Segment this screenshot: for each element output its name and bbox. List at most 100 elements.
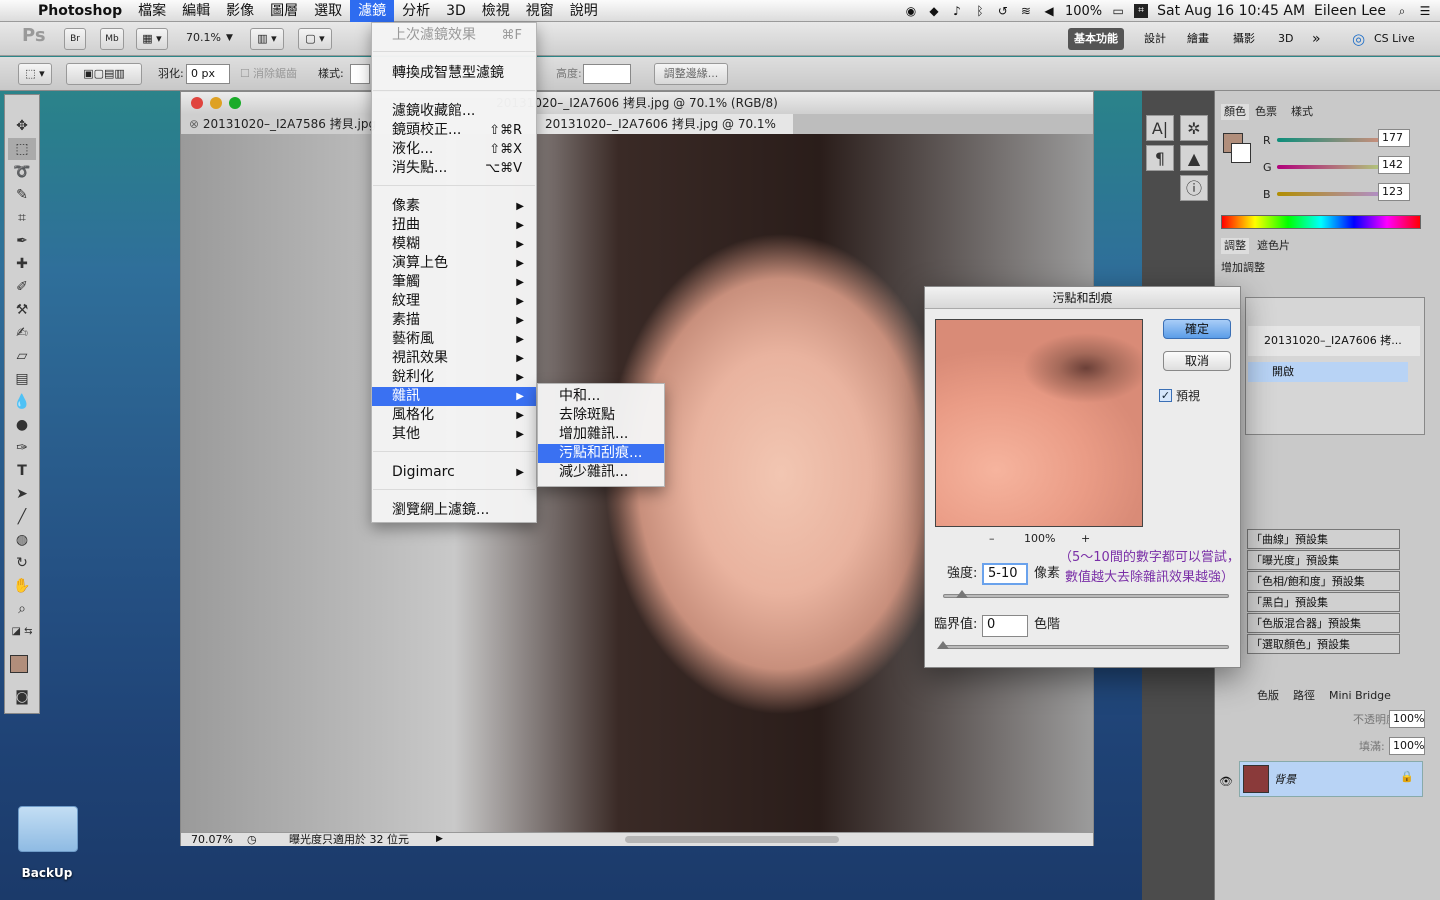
b-value[interactable]: 123 <box>1378 183 1410 201</box>
lasso-tool-icon[interactable]: ➰ <box>8 161 36 183</box>
menu-texture[interactable]: 紋理 ▶ <box>372 292 536 311</box>
desktop-folder[interactable]: BackUp <box>14 800 80 890</box>
workspace-design[interactable]: 設計 <box>1138 28 1172 50</box>
selection-mode-buttons[interactable]: ▣▢▤▥ <box>66 63 142 85</box>
zoom-tool-icon[interactable]: ⌕ <box>8 598 36 620</box>
user-name[interactable]: Eileen Lee <box>1314 3 1386 19</box>
tab-mini-bridge[interactable]: Mini Bridge <box>1329 688 1391 704</box>
info-panel-icon[interactable]: ⓘ <box>1180 175 1208 201</box>
color-bg-swatch[interactable] <box>1231 143 1251 163</box>
menu-pixelate[interactable]: 像素 ▶ <box>372 197 536 216</box>
threshold-slider-thumb[interactable] <box>937 641 949 649</box>
volume-icon[interactable]: ◀ <box>1042 4 1056 18</box>
minimize-window-button[interactable] <box>210 97 222 109</box>
submenu-median[interactable]: 中和... <box>538 387 664 406</box>
wifi-icon[interactable]: ≋ <box>1019 4 1033 18</box>
menu-brush-strokes[interactable]: 筆觸 ▶ <box>372 273 536 292</box>
radius-slider[interactable] <box>943 594 1229 598</box>
submenu-add-noise[interactable]: 增加雜訊... <box>538 425 664 444</box>
g-value[interactable]: 142 <box>1378 156 1410 174</box>
line-tool-icon[interactable]: ╱ <box>8 506 36 528</box>
feather-input[interactable]: 0 px <box>186 64 230 84</box>
preset-curves[interactable]: 「曲線」預設集 <box>1247 529 1400 549</box>
menu-liquify[interactable]: 液化... ⇧⌘X <box>372 140 536 159</box>
pen-tool-icon[interactable]: ✑ <box>8 437 36 459</box>
r-value[interactable]: 177 <box>1378 129 1410 147</box>
spotlight-icon[interactable]: ⌕ <box>1395 4 1409 18</box>
workspace-essentials[interactable]: 基本功能 <box>1068 28 1124 50</box>
radius-input[interactable]: 5-10 <box>982 563 1028 585</box>
tab-styles[interactable]: 樣式 <box>1291 104 1313 120</box>
menu-photoshop[interactable]: Photoshop <box>30 0 130 22</box>
menu-distort[interactable]: 扭曲 ▶ <box>372 216 536 235</box>
menu-layer[interactable]: 圖層 <box>262 0 306 22</box>
view-extras-button[interactable]: ▦ ▾ <box>136 28 168 50</box>
move-tool-icon[interactable]: ✥ <box>8 115 36 137</box>
threshold-input[interactable]: 0 <box>982 615 1028 637</box>
menu-noise[interactable]: 雜訊 ▶ <box>372 387 536 406</box>
menu-vanishing-point[interactable]: 消失點... ⌥⌘V <box>372 159 536 178</box>
preview-checkbox[interactable]: ✓ <box>1159 389 1172 402</box>
fill-input[interactable]: 100% <box>1389 737 1425 755</box>
height-input[interactable] <box>583 64 631 84</box>
menu-digimarc[interactable]: Digimarc ▶ <box>372 463 536 482</box>
zoom-window-button[interactable] <box>229 97 241 109</box>
tab-masks[interactable]: 遮色片 <box>1257 238 1290 254</box>
healing-brush-tool-icon[interactable]: ✚ <box>8 253 36 275</box>
clone-stamp-tool-icon[interactable]: ⚒ <box>8 299 36 321</box>
preset-hue-saturation[interactable]: 「色相/飽和度」預設集 <box>1247 571 1400 591</box>
menu-artistic[interactable]: 藝術風 ▶ <box>372 330 536 349</box>
workspace-more-icon[interactable]: » <box>1306 28 1327 50</box>
submenu-despeckle[interactable]: 去除斑點 <box>538 406 664 425</box>
menu-video[interactable]: 視訊效果 ▶ <box>372 349 536 368</box>
bridge-button[interactable]: Br <box>64 28 86 50</box>
workspace-photography[interactable]: 攝影 <box>1227 28 1261 50</box>
status-menu-arrow-icon[interactable]: ▶ <box>436 833 443 846</box>
menu-sketch[interactable]: 素描 ▶ <box>372 311 536 330</box>
blur-tool-icon[interactable]: 💧 <box>8 391 36 413</box>
status-zoom[interactable]: 70.07% <box>191 833 233 846</box>
menu-smart-filter[interactable]: 轉換成智慧型濾鏡 <box>372 64 536 83</box>
3d-orbit-tool-icon[interactable]: ↻ <box>8 552 36 574</box>
marquee-tool-icon[interactable]: ⬚ <box>8 138 36 160</box>
antialias-checkbox[interactable]: ☐ <box>240 64 250 84</box>
layer-row[interactable]: 背景 🔒 <box>1239 761 1423 797</box>
zoom-level[interactable]: 70.1% <box>186 28 221 48</box>
quick-select-tool-icon[interactable]: ✎ <box>8 184 36 206</box>
apple-icon[interactable] <box>0 0 30 22</box>
minibridge-button[interactable]: Mb <box>100 28 124 50</box>
preset-selective-color[interactable]: 「選取顏色」預設集 <box>1247 634 1400 654</box>
menu-stylize[interactable]: 風格化 ▶ <box>372 406 536 425</box>
menu-select[interactable]: 選取 <box>306 0 350 22</box>
zoom-out-button[interactable]: – <box>989 529 995 549</box>
path-select-tool-icon[interactable]: ➤ <box>8 483 36 505</box>
history-step[interactable]: 開啟 <box>1248 362 1408 382</box>
tab-paths[interactable]: 路徑 <box>1293 688 1315 704</box>
menu-render[interactable]: 演算上色 ▶ <box>372 254 536 273</box>
type-tool-icon[interactable]: T <box>8 460 36 482</box>
menu-filter[interactable]: 濾鏡 <box>350 0 395 22</box>
notification-icon[interactable]: ♪ <box>950 4 964 18</box>
screen-mode-button[interactable]: ▢ ▾ <box>298 28 332 50</box>
submenu-dust-scratches[interactable]: 污點和刮痕... <box>538 444 664 463</box>
timemachine-icon[interactable]: ↺ <box>996 4 1010 18</box>
submenu-reduce-noise[interactable]: 減少雜訊... <box>538 463 664 482</box>
arrange-documents-button[interactable]: ▥ ▾ <box>250 28 284 50</box>
hand-tool-icon[interactable]: ✋ <box>8 575 36 597</box>
status-info-icon[interactable]: ◷ <box>247 833 257 846</box>
menu-filter-gallery[interactable]: 濾鏡收藏館... <box>372 102 536 121</box>
dialog-preview[interactable] <box>935 319 1143 527</box>
menu-edit[interactable]: 編輯 <box>174 0 218 22</box>
menu-window[interactable]: 視窗 <box>518 0 562 22</box>
opacity-input[interactable]: 100% <box>1389 710 1425 728</box>
layer-visibility-eye-icon[interactable]: 👁 <box>1219 775 1233 788</box>
document-tab-2[interactable]: 20131020–_I2A7606 拷貝.jpg @ 70.1% (RGB/8) <box>537 114 793 151</box>
cs-live-button[interactable]: CS Live <box>1368 28 1421 50</box>
brush-panel-icon[interactable]: ✲ <box>1180 115 1208 141</box>
histogram-panel-icon[interactable]: ▲ <box>1180 145 1208 171</box>
preset-exposure[interactable]: 「曝光度」預設集 <box>1247 550 1400 570</box>
brush-tool-icon[interactable]: ✐ <box>8 276 36 298</box>
menu-lens-correction[interactable]: 鏡頭校正... ⇧⌘R <box>372 121 536 140</box>
bluetooth-icon[interactable]: ᛒ <box>973 4 987 18</box>
menu-browse-filters[interactable]: 瀏覽網上濾鏡... <box>372 501 536 520</box>
